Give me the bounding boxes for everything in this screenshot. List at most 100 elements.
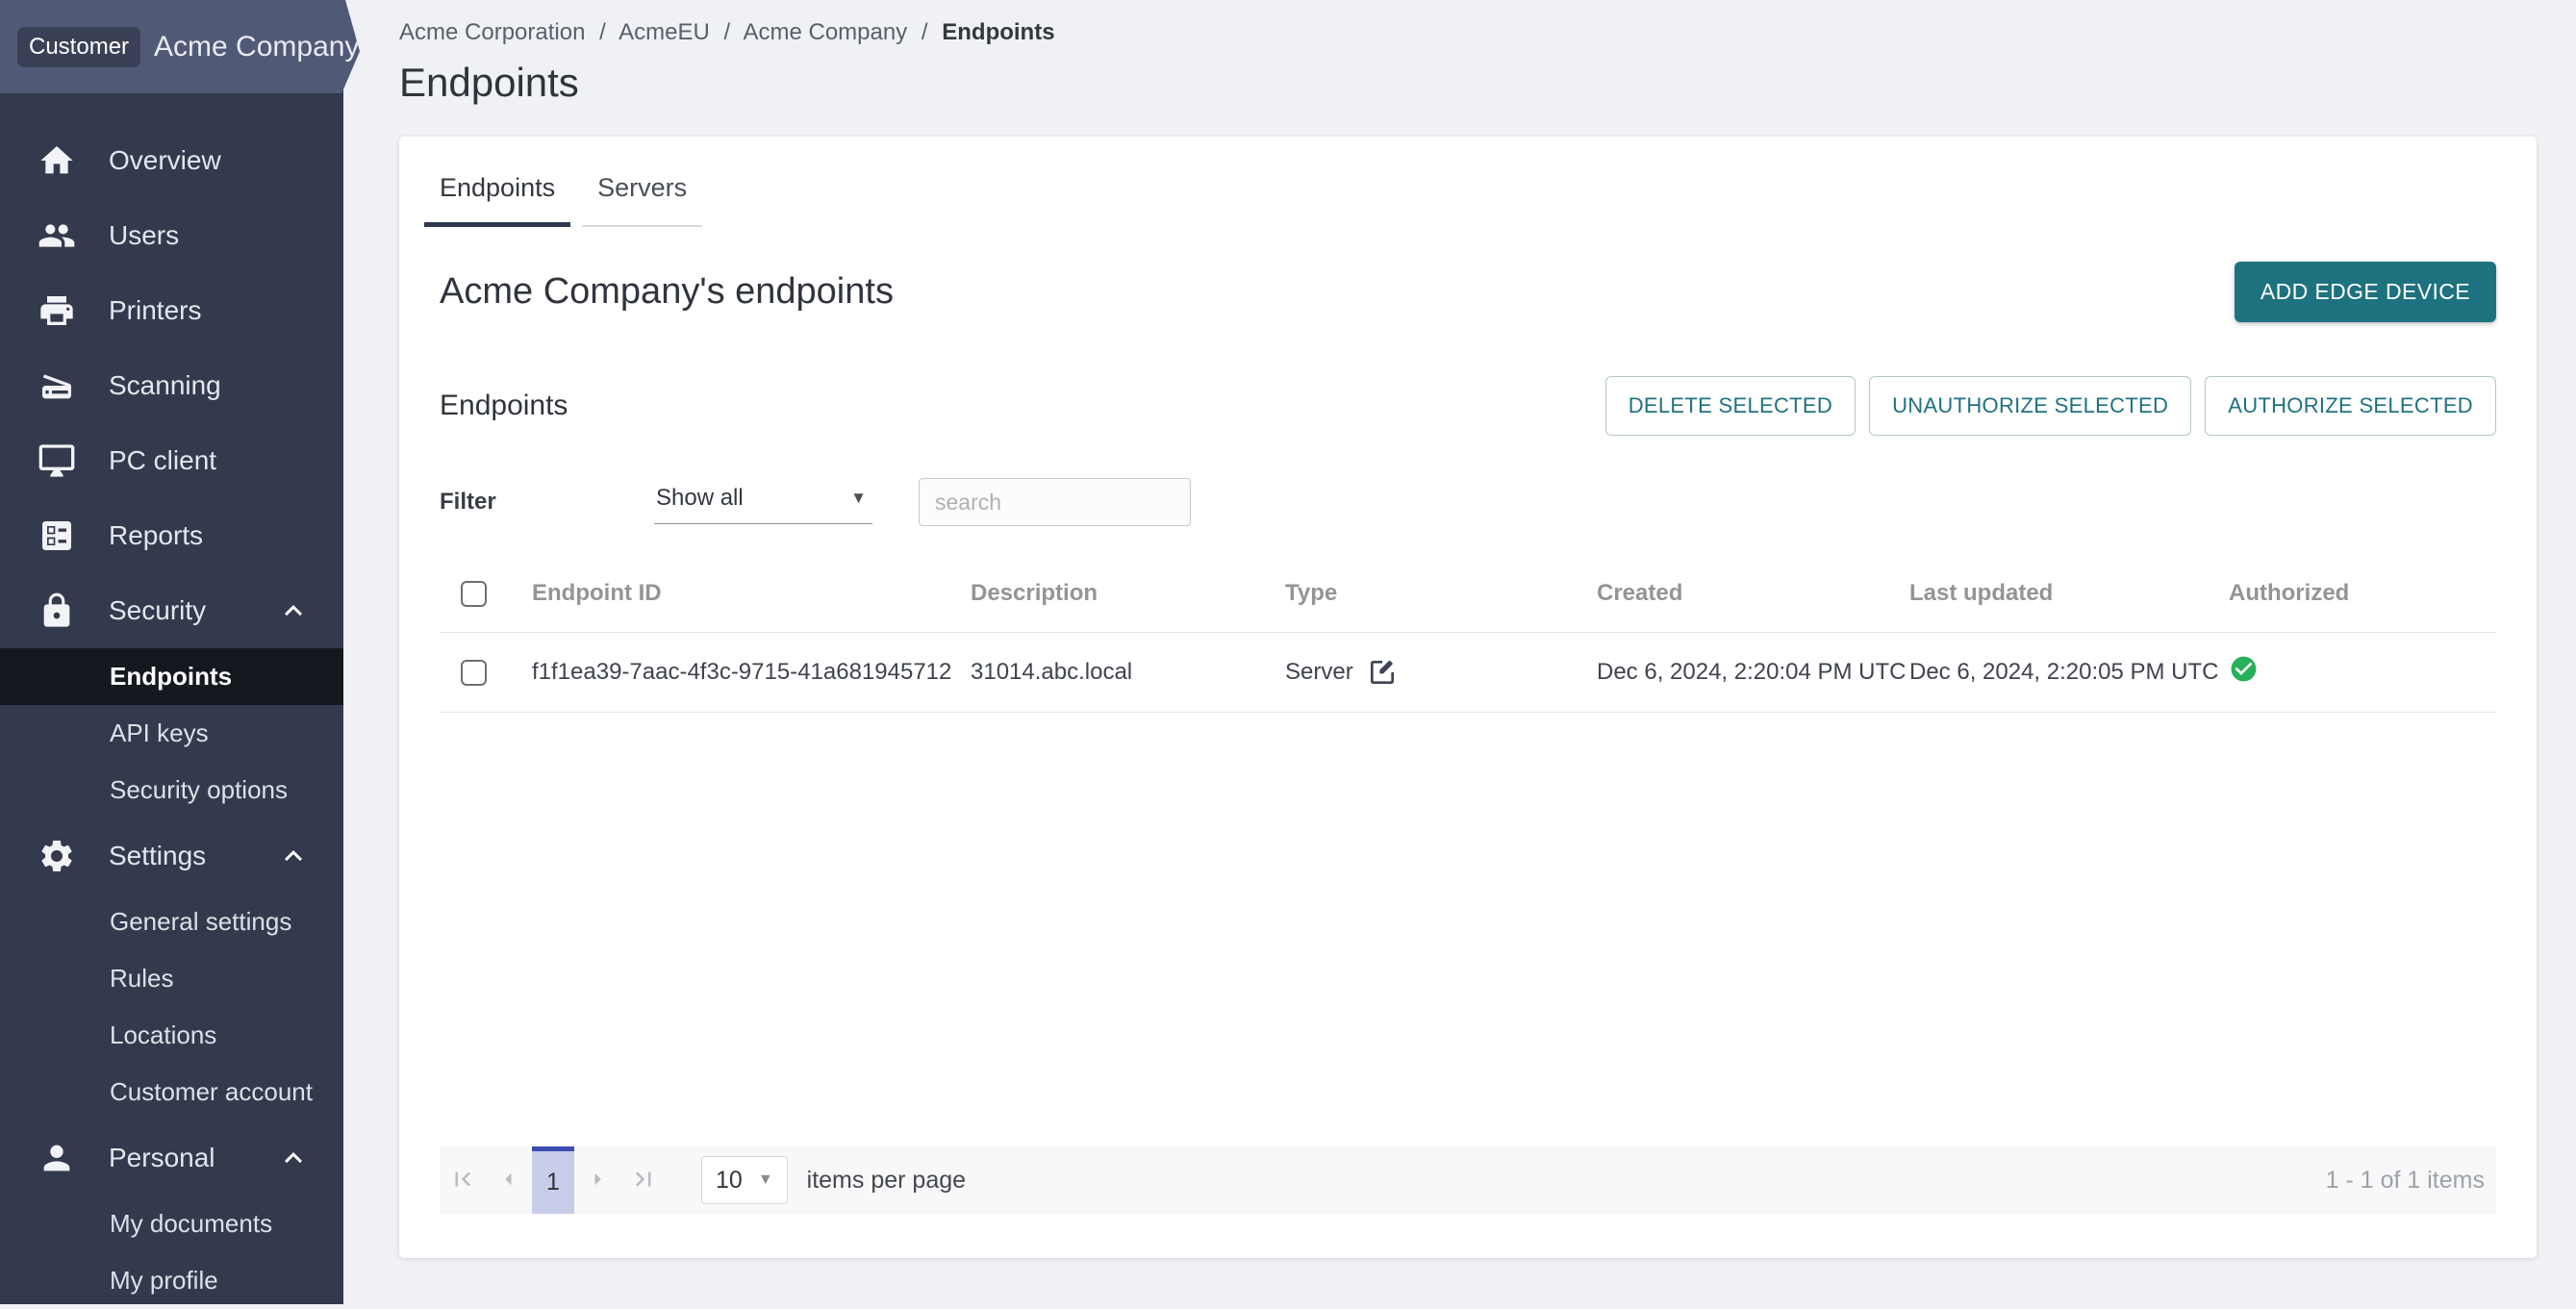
cell-endpoint-id: f1f1ea39-7aac-4f3c-9715-41a681945712	[532, 633, 971, 713]
card-heading: Acme Company's endpoints	[440, 271, 894, 313]
cell-last-updated: Dec 6, 2024, 2:20:05 PM UTC	[1909, 633, 2229, 713]
users-icon	[37, 215, 77, 256]
last-page-icon	[629, 1165, 658, 1196]
cell-created: Dec 6, 2024, 2:20:04 PM UTC	[1597, 633, 1909, 713]
next-page-button[interactable]	[574, 1146, 620, 1214]
app-root: Overview Users Printers Scanning	[0, 0, 2576, 1258]
sidebar-item-my-profile[interactable]: My profile	[0, 1252, 343, 1309]
sidebar-item-printers[interactable]: Printers	[0, 273, 343, 348]
sidebar-item-label: Reports	[109, 520, 203, 551]
sidebar-item-personal[interactable]: Personal	[0, 1120, 343, 1196]
unauthorize-selected-button[interactable]: UNAUTHORIZE SELECTED	[1869, 376, 2191, 436]
printer-icon	[37, 290, 77, 331]
sidebar-item-label: PC client	[109, 445, 216, 476]
sidebar-item-my-documents[interactable]: My documents	[0, 1196, 343, 1252]
scanner-icon	[37, 365, 77, 406]
sidebar-item-rules[interactable]: Rules	[0, 950, 343, 1007]
section-title: Endpoints	[440, 390, 568, 422]
column-header-endpoint-id: Endpoint ID	[532, 570, 971, 633]
endpoints-card: Endpoints Servers Acme Company's endpoin…	[399, 137, 2537, 1258]
first-page-button[interactable]	[440, 1146, 486, 1214]
page-size-select[interactable]: 10 ▼	[701, 1156, 788, 1204]
sidebar-item-label: Personal	[109, 1143, 215, 1173]
page-size-value: 10	[716, 1167, 743, 1195]
sidebar-item-security[interactable]: Security	[0, 573, 343, 648]
sidebar-item-scanning[interactable]: Scanning	[0, 348, 343, 423]
caret-down-icon: ▼	[850, 489, 867, 508]
delete-selected-button[interactable]: DELETE SELECTED	[1605, 376, 1856, 436]
first-page-icon	[448, 1165, 477, 1196]
cell-description: 31014.abc.local	[971, 633, 1285, 713]
add-edge-device-button[interactable]: ADD EDGE DEVICE	[2235, 262, 2496, 322]
breadcrumb: Acme Corporation / AcmeEU / Acme Company…	[399, 19, 2576, 46]
sidebar-item-overview[interactable]: Overview	[0, 123, 343, 198]
chevron-up-icon	[276, 839, 311, 873]
reports-icon	[37, 516, 77, 556]
authorize-selected-button[interactable]: AUTHORIZE SELECTED	[2205, 376, 2496, 436]
sidebar-item-locations[interactable]: Locations	[0, 1007, 343, 1064]
edit-icon	[1367, 657, 1398, 688]
sidebar-item-label: Overview	[109, 145, 221, 176]
sidebar-item-customer-account[interactable]: Customer account	[0, 1064, 343, 1120]
sidebar-item-label: Users	[109, 220, 179, 251]
tab-endpoints[interactable]: Endpoints	[424, 173, 570, 227]
prev-page-button[interactable]	[486, 1146, 532, 1214]
person-icon	[37, 1138, 77, 1178]
chevron-up-icon	[276, 1141, 311, 1175]
main-content: Acme Corporation / AcmeEU / Acme Company…	[343, 0, 2576, 1258]
endpoints-table: Endpoint ID Description Type Created Las…	[440, 570, 2496, 713]
edit-type-button[interactable]	[1367, 657, 1398, 688]
sidebar-item-endpoints[interactable]: Endpoints	[0, 648, 343, 705]
chevron-up-icon	[276, 593, 311, 628]
filter-row: Filter Show all ▼	[440, 478, 2496, 526]
home-icon	[37, 140, 77, 181]
customer-type-badge: Customer	[17, 27, 140, 67]
tabs: Endpoints Servers	[424, 173, 2496, 227]
column-header-created: Created	[1597, 570, 1909, 633]
gear-icon	[37, 836, 77, 876]
customer-name: Acme Company	[154, 31, 359, 63]
sidebar-item-security-options[interactable]: Security options	[0, 762, 343, 818]
lock-icon	[37, 591, 77, 631]
page-title: Endpoints	[399, 60, 2576, 106]
column-header-authorized: Authorized	[2229, 570, 2496, 633]
column-header-last-updated: Last updated	[1909, 570, 2229, 633]
filter-label: Filter	[440, 489, 654, 516]
sidebar-item-reports[interactable]: Reports	[0, 498, 343, 573]
breadcrumb-item-acme-company[interactable]: Acme Company	[743, 19, 907, 45]
pagination-bar: 1 10 ▼ items per page 1 - 1 of 1 items	[440, 1146, 2496, 1214]
sidebar-item-users[interactable]: Users	[0, 198, 343, 273]
breadcrumb-item-endpoints: Endpoints	[942, 19, 1054, 45]
sidebar-item-api-keys[interactable]: API keys	[0, 705, 343, 762]
sidebar-nav: Overview Users Printers Scanning	[0, 123, 343, 1309]
sidebar-item-label: Scanning	[109, 370, 221, 401]
breadcrumb-separator: /	[922, 19, 928, 45]
table-row: f1f1ea39-7aac-4f3c-9715-41a681945712 310…	[440, 633, 2496, 713]
breadcrumb-separator: /	[599, 19, 606, 45]
filter-select[interactable]: Show all ▼	[654, 481, 872, 524]
last-page-button[interactable]	[620, 1146, 667, 1214]
next-page-icon	[583, 1165, 612, 1196]
table-header: Endpoint ID Description Type Created Las…	[440, 570, 2496, 633]
check-circle-icon	[2229, 664, 2259, 690]
column-header-type: Type	[1285, 570, 1597, 633]
toolbar: Endpoints DELETE SELECTED UNAUTHORIZE SE…	[440, 376, 2496, 436]
sidebar-item-label: Printers	[109, 295, 201, 326]
filter-select-value: Show all	[656, 485, 744, 512]
breadcrumb-separator: /	[723, 19, 730, 45]
toolbar-actions: DELETE SELECTED UNAUTHORIZE SELECTED AUT…	[1605, 376, 2496, 436]
sidebar-item-settings[interactable]: Settings	[0, 818, 343, 894]
breadcrumb-item-acmeeu[interactable]: AcmeEU	[619, 19, 710, 45]
sidebar-item-general-settings[interactable]: General settings	[0, 894, 343, 950]
row-checkbox[interactable]	[461, 660, 487, 686]
breadcrumb-item-acme-corporation[interactable]: Acme Corporation	[399, 19, 585, 45]
prev-page-icon	[494, 1165, 523, 1196]
search-input[interactable]	[919, 478, 1191, 526]
tab-servers[interactable]: Servers	[582, 173, 702, 227]
card-header: Acme Company's endpoints ADD EDGE DEVICE	[440, 262, 2496, 322]
select-all-checkbox[interactable]	[461, 581, 487, 607]
pagination-range-label: 1 - 1 of 1 items	[2326, 1167, 2496, 1195]
current-page-button[interactable]: 1	[532, 1146, 574, 1214]
sidebar-item-pc-client[interactable]: PC client	[0, 423, 343, 498]
type-value: Server	[1285, 659, 1353, 686]
